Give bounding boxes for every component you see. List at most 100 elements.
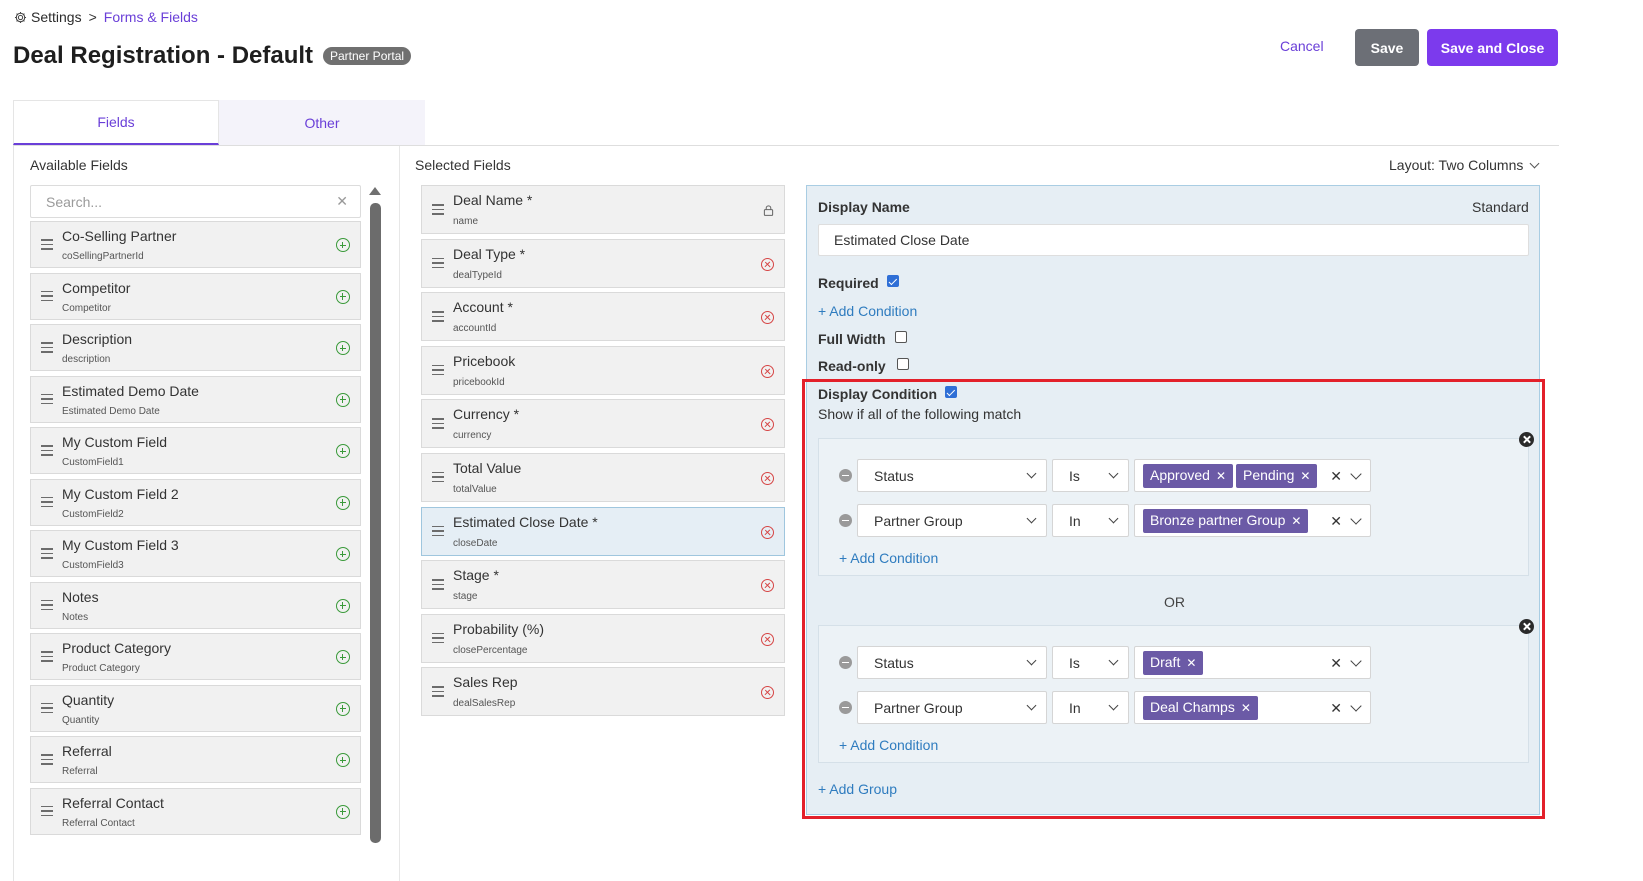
condition-operator-select[interactable]: Is	[1052, 459, 1129, 492]
display-name-input[interactable]: Estimated Close Date	[818, 224, 1529, 256]
condition-value-multiselect[interactable]: Bronze partner Group ✕ ✕	[1134, 504, 1371, 537]
layout-select[interactable]: Layout: Two Columns	[1389, 157, 1540, 173]
add-field-icon[interactable]	[336, 701, 350, 716]
save-and-close-button[interactable]: Save and Close	[1427, 29, 1558, 66]
drag-handle-icon[interactable]	[432, 579, 444, 593]
remove-condition-icon[interactable]	[839, 701, 852, 714]
add-required-condition-link[interactable]: + Add Condition	[818, 303, 917, 319]
condition-operator-select[interactable]: In	[1052, 504, 1129, 537]
condition-value-multiselect[interactable]: Deal Champs ✕ ✕	[1134, 691, 1371, 724]
remove-field-icon[interactable]	[761, 632, 774, 646]
available-field-item[interactable]: Quantity Quantity	[30, 684, 361, 732]
drag-handle-icon[interactable]	[41, 445, 53, 459]
remove-field-icon[interactable]	[761, 257, 774, 271]
remove-condition-icon[interactable]	[839, 469, 852, 482]
add-field-icon[interactable]	[336, 495, 350, 510]
add-field-icon[interactable]	[336, 341, 350, 355]
drag-handle-icon[interactable]	[41, 805, 53, 820]
selected-field-item[interactable]: Sales Rep dealSalesRep	[421, 667, 785, 717]
available-field-item[interactable]: Co-Selling Partner coSellingPartnerId	[30, 221, 361, 268]
condition-field-select[interactable]: Status	[857, 646, 1047, 679]
clear-values-icon[interactable]: ✕	[1330, 513, 1342, 530]
chevron-down-icon[interactable]	[1350, 513, 1362, 525]
available-field-item[interactable]: Notes Notes	[30, 581, 361, 629]
condition-field-select[interactable]: Status	[857, 459, 1047, 492]
add-field-icon[interactable]	[336, 650, 350, 664]
drag-handle-icon[interactable]	[41, 754, 53, 768]
required-checkbox[interactable]	[887, 275, 899, 287]
drag-handle-icon[interactable]	[41, 496, 53, 511]
chevron-down-icon[interactable]	[1350, 468, 1362, 480]
drag-handle-icon[interactable]	[41, 651, 53, 665]
display-condition-checkbox[interactable]	[945, 386, 957, 398]
selected-field-item-active[interactable]: Estimated Close Date * closeDate	[421, 506, 785, 556]
condition-value-multiselect[interactable]: Draft ✕ ✕	[1134, 646, 1371, 679]
clear-values-icon[interactable]: ✕	[1330, 655, 1342, 672]
condition-field-select[interactable]: Partner Group	[857, 691, 1047, 724]
drag-handle-icon[interactable]	[432, 311, 444, 325]
remove-field-icon[interactable]	[761, 579, 774, 593]
drag-handle-icon[interactable]	[41, 702, 53, 717]
available-field-item[interactable]: My Custom Field 2 CustomField2	[30, 478, 361, 526]
add-field-icon[interactable]	[336, 753, 350, 767]
drag-handle-icon[interactable]	[41, 599, 53, 614]
add-field-icon[interactable]	[336, 289, 350, 304]
remove-tag-icon[interactable]: ✕	[1291, 514, 1301, 528]
add-field-icon[interactable]	[336, 547, 350, 561]
remove-group-icon[interactable]	[1519, 432, 1534, 447]
breadcrumb-current[interactable]: Forms & Fields	[104, 9, 198, 25]
save-button[interactable]: Save	[1355, 29, 1419, 66]
add-field-icon[interactable]	[336, 392, 350, 407]
selected-field-item[interactable]: Currency * currency	[421, 399, 785, 449]
drag-handle-icon[interactable]	[432, 471, 444, 486]
chevron-down-icon[interactable]	[1350, 655, 1362, 667]
available-field-item[interactable]: Product Category Product Category	[30, 633, 361, 680]
clear-values-icon[interactable]: ✕	[1330, 700, 1342, 717]
scroll-up-arrow-icon[interactable]	[369, 187, 381, 195]
add-field-icon[interactable]	[336, 804, 350, 819]
add-field-icon[interactable]	[336, 598, 350, 613]
available-field-item[interactable]: Referral Referral	[30, 736, 361, 783]
chevron-down-icon[interactable]	[1350, 700, 1362, 712]
condition-operator-select[interactable]: In	[1052, 691, 1129, 724]
selected-field-item[interactable]: Deal Name * name	[421, 185, 785, 234]
cancel-button[interactable]: Cancel	[1280, 38, 1324, 54]
remove-tag-icon[interactable]: ✕	[1186, 656, 1196, 670]
remove-condition-icon[interactable]	[839, 656, 852, 669]
remove-tag-icon[interactable]: ✕	[1300, 469, 1310, 483]
clear-values-icon[interactable]: ✕	[1330, 468, 1342, 485]
readonly-checkbox[interactable]	[897, 358, 909, 370]
selected-field-item[interactable]: Pricebook pricebookId	[421, 345, 785, 395]
selected-field-item[interactable]: Deal Type * dealTypeId	[421, 238, 785, 288]
search-input[interactable]	[31, 186, 311, 217]
tab-fields[interactable]: Fields	[13, 100, 219, 145]
selected-field-item[interactable]: Account * accountId	[421, 292, 785, 342]
drag-handle-icon[interactable]	[432, 364, 444, 379]
drag-handle-icon[interactable]	[41, 239, 53, 253]
remove-field-icon[interactable]	[761, 311, 774, 325]
remove-field-icon[interactable]	[761, 418, 774, 432]
remove-field-icon[interactable]	[761, 525, 774, 539]
clear-search-icon[interactable]: ✕	[336, 193, 348, 210]
drag-handle-icon[interactable]	[41, 290, 53, 305]
drag-handle-icon[interactable]	[41, 393, 53, 408]
drag-handle-icon[interactable]	[41, 342, 53, 356]
add-field-icon[interactable]	[336, 444, 350, 458]
add-condition-link[interactable]: + Add Condition	[839, 737, 938, 753]
breadcrumb-root[interactable]: Settings	[31, 9, 82, 25]
remove-field-icon[interactable]	[761, 471, 774, 485]
full-width-checkbox[interactable]	[895, 331, 907, 343]
available-field-item[interactable]: Description description	[30, 324, 361, 371]
available-field-item[interactable]: My Custom Field CustomField1	[30, 427, 361, 474]
available-field-item[interactable]: Competitor Competitor	[30, 272, 361, 320]
selected-field-item[interactable]: Total Value totalValue	[421, 452, 785, 502]
drag-handle-icon[interactable]	[432, 418, 444, 432]
remove-group-icon[interactable]	[1519, 619, 1534, 634]
remove-field-icon[interactable]	[761, 686, 774, 700]
drag-handle-icon[interactable]	[41, 548, 53, 562]
available-field-item[interactable]: Referral Contact Referral Contact	[30, 787, 361, 835]
drag-handle-icon[interactable]	[432, 204, 444, 218]
scrollbar-thumb[interactable]	[370, 203, 381, 843]
tab-other[interactable]: Other	[219, 100, 425, 145]
add-field-icon[interactable]	[336, 238, 350, 252]
